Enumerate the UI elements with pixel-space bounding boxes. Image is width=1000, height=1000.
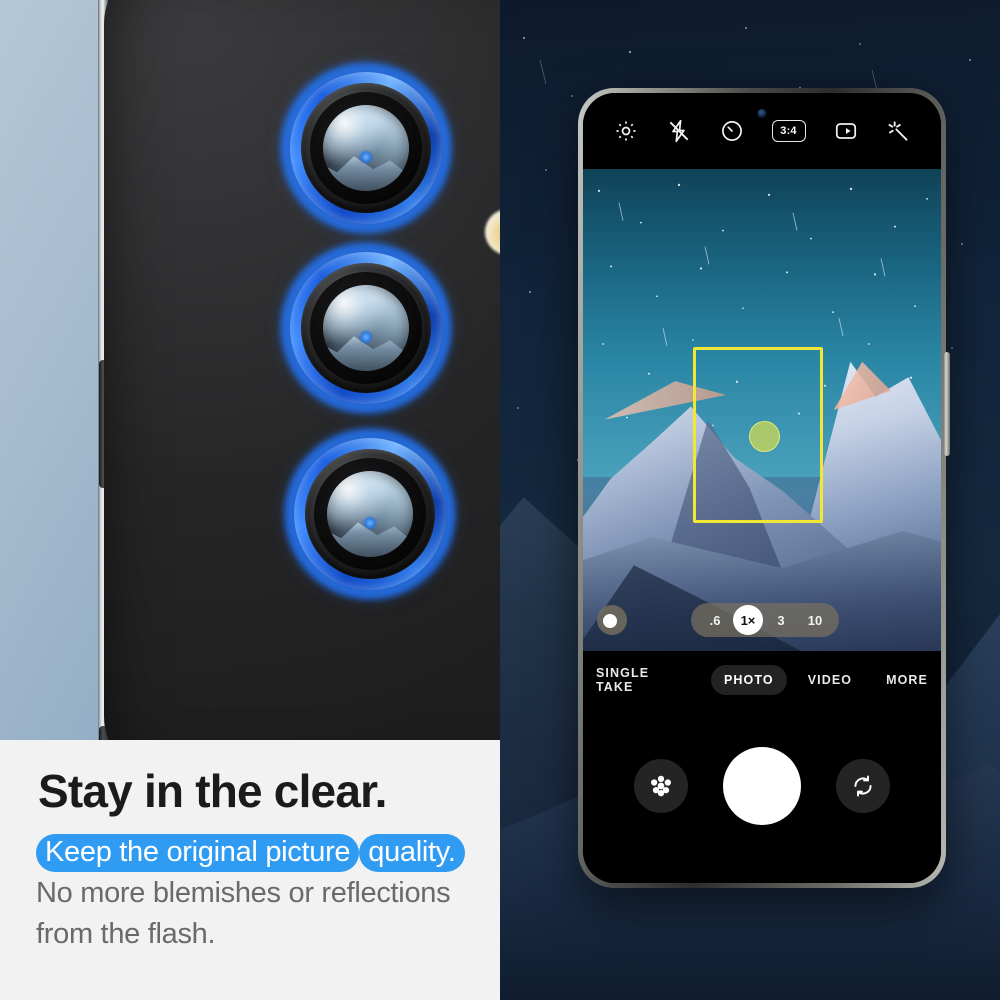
phone-mockup: 3:4 .6 1× 3 10 SINGLE TAKE PHOTO VIDEO M… bbox=[578, 88, 946, 888]
caption-block: Stay in the clear. Keep the original pic… bbox=[0, 740, 500, 1000]
camera-lens-3 bbox=[284, 428, 456, 600]
right-panel: 3:4 .6 1× 3 10 SINGLE TAKE PHOTO VIDEO M… bbox=[500, 0, 1000, 1000]
filters-magic-wand-icon[interactable] bbox=[886, 118, 912, 144]
front-camera-punch-hole bbox=[757, 109, 767, 118]
subcopy: Keep the original picture quality. No mor… bbox=[36, 832, 481, 955]
zoom-option-3[interactable]: 10 bbox=[799, 606, 831, 634]
left-panel: Stay in the clear. Keep the original pic… bbox=[0, 0, 500, 1000]
mode-more[interactable]: MORE bbox=[873, 665, 941, 695]
timer-icon[interactable] bbox=[719, 118, 745, 144]
camera-preview[interactable]: .6 1× 3 10 bbox=[583, 169, 941, 651]
camera-action-bar bbox=[583, 709, 941, 883]
highlight-phrase-1: Keep the original picture bbox=[36, 834, 360, 872]
focus-point-indicator[interactable] bbox=[749, 421, 780, 452]
highlight-phrase-2: quality. bbox=[359, 834, 465, 872]
zoom-selector[interactable]: .6 1× 3 10 bbox=[691, 603, 839, 637]
lens-specular-dot bbox=[363, 517, 376, 530]
flower-icon bbox=[651, 775, 672, 797]
phone-screen: 3:4 .6 1× 3 10 SINGLE TAKE PHOTO VIDEO M… bbox=[583, 93, 941, 883]
camera-toolbar: 3:4 bbox=[583, 93, 941, 169]
exposure-toggle-button[interactable] bbox=[597, 605, 627, 635]
mode-photo[interactable]: PHOTO bbox=[710, 665, 787, 695]
headline: Stay in the clear. bbox=[38, 765, 387, 817]
lens-specular-dot bbox=[359, 151, 372, 164]
promo-image: Stay in the clear. Keep the original pic… bbox=[0, 0, 1000, 1000]
zoom-option-1[interactable]: 1× bbox=[733, 605, 763, 635]
zoom-option-2[interactable]: 3 bbox=[765, 606, 797, 634]
switch-camera-button[interactable] bbox=[835, 759, 890, 813]
phone-side-key[interactable] bbox=[944, 352, 950, 456]
flash-off-icon[interactable] bbox=[666, 118, 692, 144]
lens-specular-dot bbox=[359, 331, 372, 344]
shutter-button[interactable] bbox=[722, 747, 801, 825]
lens-glass bbox=[323, 105, 409, 191]
gallery-thumbnail-button[interactable] bbox=[634, 759, 689, 813]
lens-glass bbox=[323, 285, 409, 371]
aspect-ratio-button[interactable]: 3:4 bbox=[771, 120, 806, 142]
camera-mode-selector: SINGLE TAKE PHOTO VIDEO MORE bbox=[583, 651, 941, 709]
aspect-ratio-label: 3:4 bbox=[780, 125, 797, 137]
camera-lens-2 bbox=[280, 242, 452, 414]
phone-back-panel bbox=[104, 0, 500, 740]
settings-gear-icon[interactable] bbox=[613, 118, 639, 144]
camera-lens-1 bbox=[280, 62, 452, 234]
zoom-option-0[interactable]: .6 bbox=[699, 606, 731, 634]
motion-photo-icon[interactable] bbox=[833, 118, 859, 144]
body-text-1: No more blemishes bbox=[36, 877, 281, 909]
lens-macro-photo bbox=[0, 0, 500, 740]
camera-flip-icon bbox=[854, 775, 872, 797]
led-flash-icon bbox=[485, 209, 500, 255]
mode-single-take[interactable]: SINGLE TAKE bbox=[583, 658, 703, 702]
lens-glass bbox=[327, 471, 413, 557]
mode-video[interactable]: VIDEO bbox=[795, 665, 865, 695]
exposure-dot-icon bbox=[603, 614, 617, 628]
